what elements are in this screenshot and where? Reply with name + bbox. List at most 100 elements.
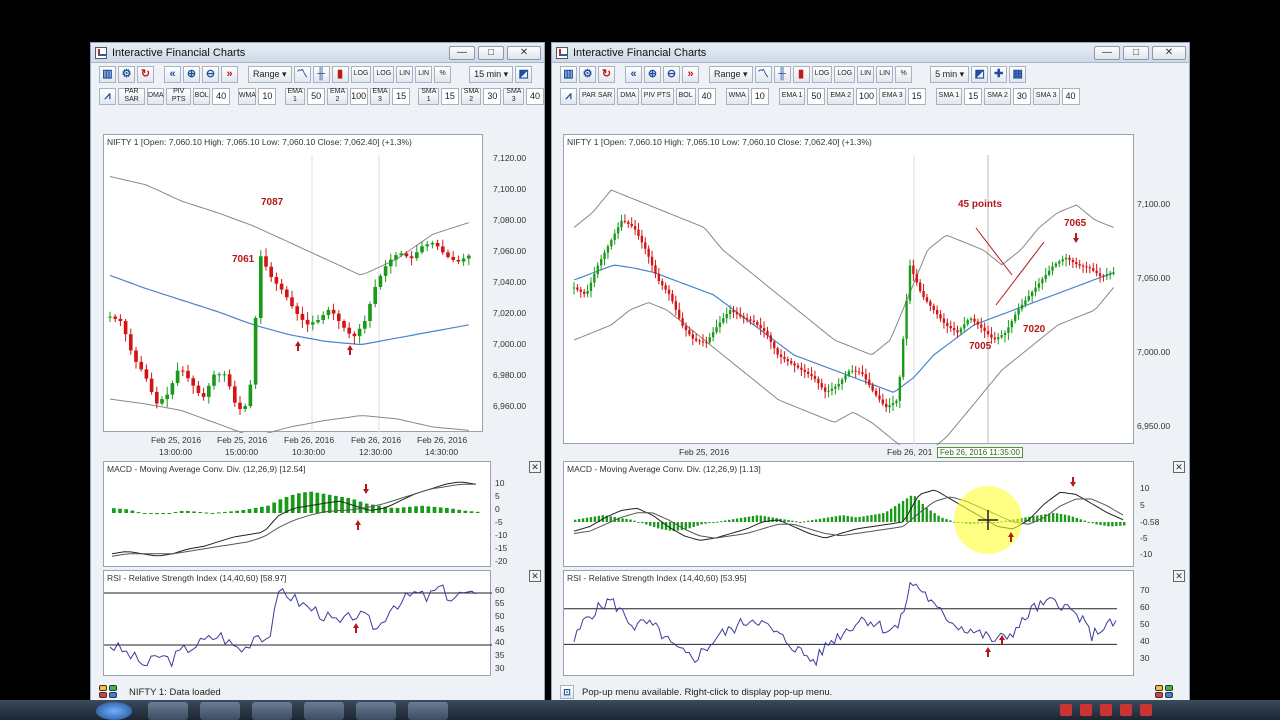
ohlc-icon[interactable]: ╫ — [312, 65, 330, 83]
linear-scale-2-button[interactable]: LIN — [876, 65, 894, 83]
ema3-period-input[interactable]: 15 — [907, 87, 926, 105]
log-scale-button[interactable]: LOG — [811, 65, 833, 83]
ema3-toggle[interactable]: EMA 3 — [369, 87, 391, 105]
zoom-in-icon[interactable]: ⊕ — [644, 65, 661, 83]
sma3-period-input[interactable]: 40 — [1061, 87, 1080, 105]
tray-stop-icon[interactable] — [1080, 704, 1092, 716]
log-scale-2-button[interactable]: LOG — [834, 65, 856, 83]
close-macd-icon[interactable]: ✕ — [1173, 461, 1185, 473]
bol-toggle[interactable]: BOL — [193, 87, 211, 105]
sma3-toggle[interactable]: SMA 3 — [1032, 87, 1060, 105]
wma-period-input[interactable]: 10 — [750, 87, 769, 105]
ema1-period-input[interactable]: 50 — [807, 87, 826, 105]
folder-icon[interactable] — [252, 702, 292, 720]
chart-type-icon[interactable]: ▥ — [560, 65, 577, 83]
close-rsi-icon[interactable]: ✕ — [1173, 570, 1185, 582]
log-scale-2-button[interactable]: LOG — [373, 65, 395, 83]
par-sar-toggle[interactable]: PAR SAR — [118, 87, 146, 105]
wma-toggle[interactable]: WMA — [238, 87, 257, 105]
price-chart-svg[interactable] — [564, 135, 1135, 445]
interval-dropdown[interactable]: 15 min ▾ — [469, 65, 514, 83]
app-icon-2[interactable] — [200, 702, 240, 720]
range-dropdown[interactable]: Range ▾ — [248, 65, 292, 83]
sma1-period-input[interactable]: 15 — [964, 87, 983, 105]
wma-period-input[interactable]: 10 — [258, 87, 277, 105]
chart-window-right[interactable]: Interactive Financial Charts — □ ✕ ▥ ⚙ ↻… — [551, 42, 1190, 704]
start-button-icon[interactable] — [96, 702, 132, 720]
titlebar-left[interactable]: Interactive Financial Charts — □ ✕ — [91, 43, 544, 63]
scroll-right-icon[interactable]: » — [221, 65, 238, 83]
zoom-out-icon[interactable]: ⊖ — [202, 65, 219, 83]
ema3-toggle[interactable]: EMA 3 — [879, 87, 906, 105]
ema1-toggle[interactable]: EMA 1 — [778, 87, 806, 105]
rsi-panel[interactable]: RSI - Relative Strength Index (14,40,60)… — [103, 570, 492, 676]
percent-scale-button[interactable]: % — [434, 65, 452, 83]
piv-pts-toggle[interactable]: PIV PTS — [166, 87, 192, 105]
maximize-button[interactable]: □ — [478, 45, 504, 60]
ema2-period-input[interactable]: 100 — [856, 87, 878, 105]
rsi-panel[interactable]: RSI - Relative Strength Index (14,40,60)… — [563, 570, 1134, 676]
chart-type-icon[interactable]: ▥ — [99, 65, 116, 83]
sma2-period-input[interactable]: 30 — [483, 87, 502, 105]
dma-toggle[interactable]: DMA — [617, 87, 639, 105]
indicators-icon[interactable]: ⩘ — [560, 87, 577, 105]
log-scale-button[interactable]: LOG — [350, 65, 372, 83]
scroll-right-icon[interactable]: » — [682, 65, 699, 83]
close-button[interactable]: ✕ — [1152, 45, 1186, 60]
par-sar-toggle[interactable]: PAR SAR — [579, 87, 616, 105]
sma3-toggle[interactable]: SMA 3 — [503, 87, 524, 105]
candlestick-icon[interactable]: ▮ — [792, 65, 810, 83]
linear-scale-2-button[interactable]: LIN — [415, 65, 433, 83]
candlestick-icon[interactable]: ▮ — [331, 65, 349, 83]
settings-icon[interactable]: ⚙ — [118, 65, 135, 83]
zoom-out-icon[interactable]: ⊖ — [663, 65, 680, 83]
tray-cam-icon[interactable] — [1140, 704, 1152, 716]
price-chart-panel[interactable]: NIFTY 1 [Open: 7,060.10 High: 7,065.10 L… — [563, 134, 1135, 445]
range-dropdown[interactable]: Range ▾ — [709, 65, 753, 83]
tray-zoom-icon[interactable] — [1120, 704, 1132, 716]
ohlc-icon[interactable]: ╫ — [773, 65, 791, 83]
wma-toggle[interactable]: WMA — [725, 87, 749, 105]
percent-scale-button[interactable]: % — [895, 65, 913, 83]
sma1-toggle[interactable]: SMA 1 — [418, 87, 439, 105]
ema2-toggle[interactable]: EMA 2 — [327, 87, 348, 105]
scroll-left-icon[interactable]: « — [164, 65, 181, 83]
ema3-period-input[interactable]: 15 — [392, 87, 411, 105]
popup-menu-icon[interactable]: ⊡ — [560, 685, 574, 699]
browser-firefox-icon[interactable] — [304, 702, 344, 720]
charts-app-icon[interactable] — [356, 702, 396, 720]
sma1-period-input[interactable]: 15 — [440, 87, 459, 105]
piv-pts-toggle[interactable]: PIV PTS — [640, 87, 674, 105]
close-rsi-icon[interactable]: ✕ — [529, 570, 541, 582]
close-button[interactable]: ✕ — [507, 45, 541, 60]
sma2-period-input[interactable]: 30 — [1012, 87, 1031, 105]
sma2-toggle[interactable]: SMA 2 — [460, 87, 482, 105]
tray-pause-icon[interactable] — [1100, 704, 1112, 716]
macd-panel[interactable]: MACD - Moving Average Conv. Div. (12,26,… — [103, 461, 491, 567]
java-icon[interactable] — [408, 702, 448, 720]
refresh-icon[interactable]: ↻ — [598, 65, 615, 83]
ema1-toggle[interactable]: EMA 1 — [284, 87, 306, 105]
ema1-period-input[interactable]: 50 — [307, 87, 326, 105]
linear-scale-button[interactable]: LIN — [857, 65, 875, 83]
line-chart-icon[interactable]: 〽 — [293, 65, 311, 83]
bol-period-input[interactable]: 40 — [212, 87, 231, 105]
minimize-button[interactable]: — — [1094, 45, 1120, 60]
sma1-toggle[interactable]: SMA 1 — [935, 87, 963, 105]
settings-icon[interactable]: ⚙ — [579, 65, 596, 83]
browser-chrome-icon[interactable] — [148, 702, 188, 720]
price-chart-panel[interactable]: NIFTY 1 [Open: 7,060.10 High: 7,065.10 L… — [103, 134, 483, 433]
dma-toggle[interactable]: DMA — [147, 87, 165, 105]
line-chart-icon[interactable]: 〽 — [754, 65, 772, 83]
maximize-button[interactable]: □ — [1123, 45, 1149, 60]
draw-tool-icon[interactable]: ◩ — [515, 65, 533, 83]
bol-toggle[interactable]: BOL — [675, 87, 696, 105]
interval-dropdown[interactable]: 5 min ▾ — [930, 65, 970, 83]
minimize-button[interactable]: — — [449, 45, 475, 60]
chart-window-left[interactable]: Interactive Financial Charts — □ ✕ ▥ ⚙ ↻… — [90, 42, 545, 704]
macd-panel[interactable]: MACD - Moving Average Conv. Div. (12,26,… — [563, 461, 1134, 567]
ema2-toggle[interactable]: EMA 2 — [827, 87, 854, 105]
scroll-left-icon[interactable]: « — [625, 65, 642, 83]
table-view-icon[interactable]: ▦ — [1009, 65, 1027, 83]
titlebar-right[interactable]: Interactive Financial Charts — □ ✕ — [552, 43, 1189, 63]
